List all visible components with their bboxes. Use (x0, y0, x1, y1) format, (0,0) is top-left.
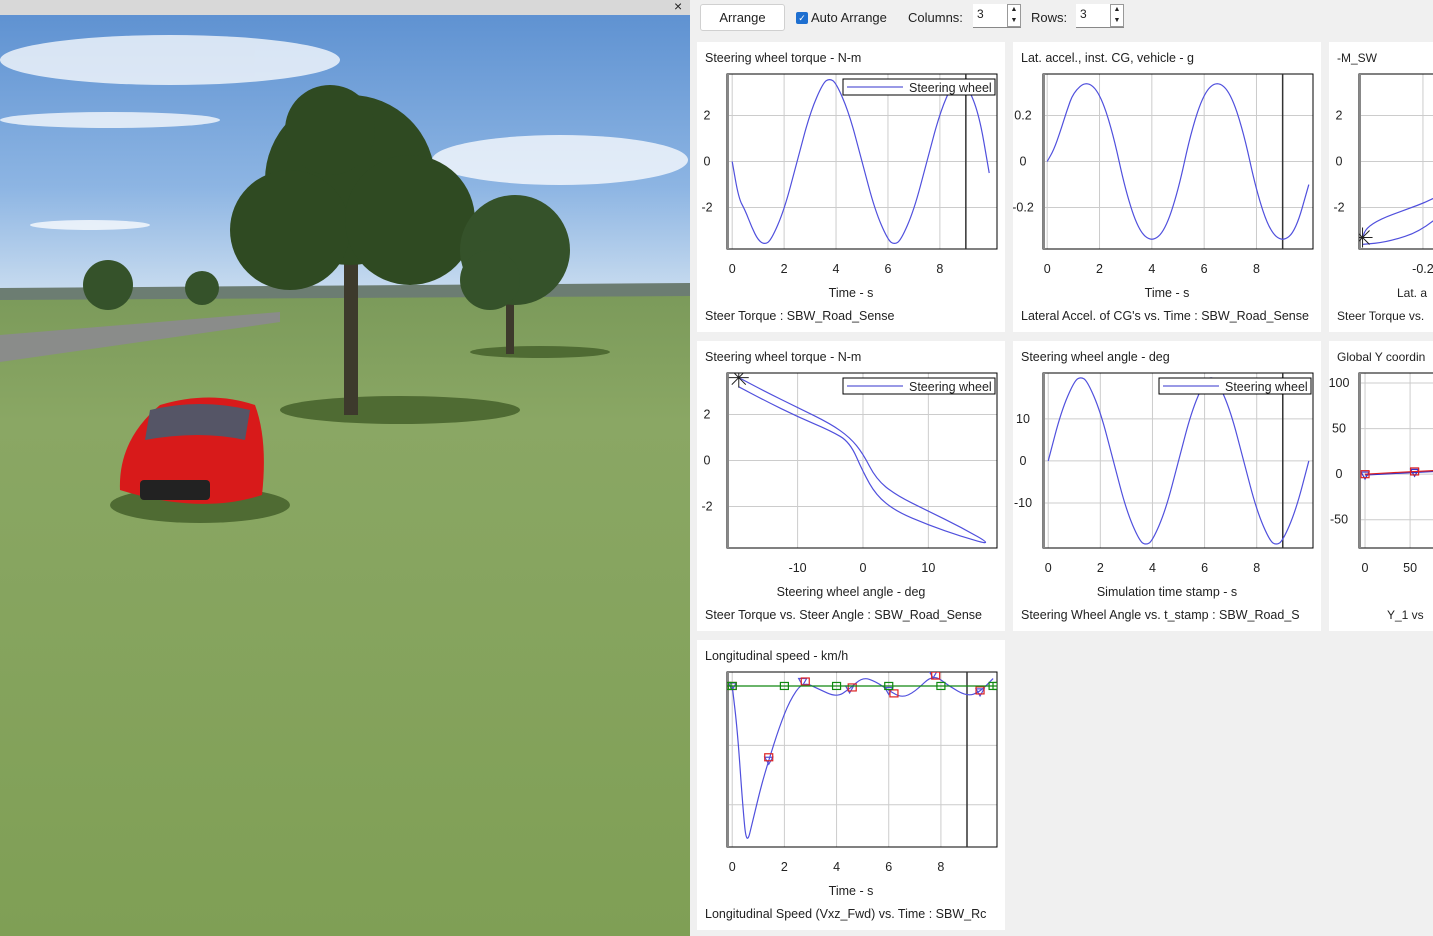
x-tick-label: 6 (885, 860, 892, 874)
y-tick-label: 10 (1016, 412, 1030, 426)
plot-panel[interactable]: Steering wheel torque - N-m Time - s Ste… (697, 42, 1005, 332)
x-tick-label: 6 (884, 262, 891, 276)
rows-value[interactable]: 3 (1080, 4, 1087, 27)
scene-graphics (0, 35, 690, 523)
x-tick-label: 4 (1148, 262, 1155, 276)
x-tick-label: 0 (860, 561, 867, 575)
y-tick-label: 0 (1336, 155, 1343, 169)
legend-label: Steering wheel (1225, 380, 1308, 394)
columns-value[interactable]: 3 (977, 4, 984, 27)
x-tick-label: 0 (729, 262, 736, 276)
x-tick-label: 2 (781, 860, 788, 874)
spin-down-icon[interactable]: ▼ (1008, 16, 1020, 27)
y-tick-label: -50 (1330, 513, 1348, 527)
x-tick-label: 8 (1253, 262, 1260, 276)
y-tick-label: 0 (704, 155, 711, 169)
plot-area: -0.2 2 0 -2 (1333, 73, 1433, 276)
y-tick-label: -2 (701, 201, 712, 215)
x-tick-label: 0 (1044, 262, 1051, 276)
auto-arrange-label: Auto Arrange (811, 10, 887, 25)
plot-panel[interactable]: Longitudinal speed - km/h Time - s Longi… (697, 640, 1005, 930)
plot-area: 0 2 4 6 8 (726, 671, 998, 874)
y-tick-label: -10 (1014, 496, 1032, 510)
plot-panel[interactable]: Steering wheel angle - deg Simulation ti… (1013, 341, 1321, 631)
x-tick-label: 2 (781, 262, 788, 276)
plot-frame (726, 671, 998, 848)
y-tick-label: -0.2 (1013, 201, 1034, 215)
start-marker (1359, 227, 1373, 248)
plot-frame (1358, 372, 1433, 549)
y-tick-label: -2 (1333, 201, 1344, 215)
spin-down-icon[interactable]: ▼ (1111, 16, 1123, 27)
3d-animation-view[interactable] (0, 0, 690, 936)
legend: Steering wheel (1158, 377, 1312, 395)
columns-spinner[interactable]: 3 ▲ ▼ (973, 4, 1021, 28)
start-marker (728, 373, 749, 388)
x-tick-label: 8 (1253, 561, 1260, 575)
x-tick-label: 0 (1362, 561, 1369, 575)
x-tick-label: 10 (921, 561, 935, 575)
legend: Steering wheel (842, 78, 996, 96)
x-tick-label: 8 (937, 860, 944, 874)
y-tick-label: 2 (1336, 108, 1343, 122)
road (0, 312, 280, 362)
y-tick-label: 2 (704, 108, 711, 122)
x-tick-label: 4 (833, 860, 840, 874)
x-tick-label: -10 (789, 561, 807, 575)
y-tick-label: 0 (1020, 454, 1027, 468)
scene-titlebar (0, 0, 690, 15)
legend-label: Steering wheel (909, 380, 992, 394)
y-tick-label: 50 (1332, 422, 1346, 436)
red-car (110, 397, 290, 523)
x-tick-label: 2 (1096, 262, 1103, 276)
x-tick-label: 6 (1201, 561, 1208, 575)
y-tick-label: 2 (704, 407, 711, 421)
x-tick-label: 8 (936, 262, 943, 276)
legend: Steering wheel (842, 377, 996, 395)
plot-area: 0 2 4 6 8 10 0 -10 Steering wheel (1014, 372, 1314, 575)
y-tick-label: 0 (1020, 155, 1027, 169)
spin-up-icon[interactable]: ▲ (1008, 5, 1020, 16)
plot-panel[interactable]: Steering wheel torque - N-m Steering whe… (697, 341, 1005, 631)
y-tick-label: 0 (1336, 467, 1343, 481)
plot-area: -10 0 1020-2Steering wheel (701, 372, 998, 575)
x-tick-label: 0 (729, 860, 736, 874)
x-tick-label: 4 (1149, 561, 1156, 575)
plot-panel[interactable]: Lat. accel., inst. CG, vehicle - g Time … (1013, 42, 1321, 332)
x-tick-label: 50 (1403, 561, 1417, 575)
close-icon[interactable]: × (674, 0, 682, 14)
y-tick-label: 100 (1329, 376, 1349, 390)
auto-arrange-checkbox[interactable]: ✓ Auto Arrange (796, 10, 887, 25)
rows-label: Rows: (1031, 10, 1068, 25)
columns-label: Columns: (908, 10, 963, 25)
checkmark-icon: ✓ (796, 11, 808, 24)
x-tick-label: 4 (833, 262, 840, 276)
x-tick-label: 2 (1097, 561, 1104, 575)
y-tick-label: -2 (701, 500, 712, 514)
y-tick-label: 0.2 (1014, 108, 1031, 122)
plot-area: 0 2 4 6 8 2 0 -2 Steering wheel (701, 73, 998, 276)
y-tick-label: 0 (704, 454, 711, 468)
x-tick-label: 6 (1201, 262, 1208, 276)
data-marker (844, 685, 855, 695)
x-tick-label: 0 (1045, 561, 1052, 575)
plot-area: 0 2 4 6 8 0.2 0 -0.2 (1013, 73, 1314, 276)
series-line (1361, 197, 1433, 245)
plot-panel[interactable]: -M_SW Lat. a Steer Torque vs. -0.2 2 0 -2 (1329, 42, 1433, 332)
toolbar: Arrange ✓ Auto Arrange Columns: 3 ▲ ▼ Rows:… (690, 0, 1433, 36)
spin-up-icon[interactable]: ▲ (1111, 5, 1123, 16)
legend-label: Steering wheel (909, 81, 992, 95)
x-tick-label: -0.2 (1412, 262, 1433, 276)
series-line (731, 677, 994, 839)
arrange-button[interactable]: Arrange (700, 4, 785, 31)
plot-area: 0 50 100 50 0 -50 (1329, 372, 1433, 575)
plot-panel[interactable]: Global Y coordin Y_1 vs 0 50 100 50 0 -50 (1329, 341, 1433, 631)
rows-spinner[interactable]: 3 ▲ ▼ (1076, 4, 1124, 28)
